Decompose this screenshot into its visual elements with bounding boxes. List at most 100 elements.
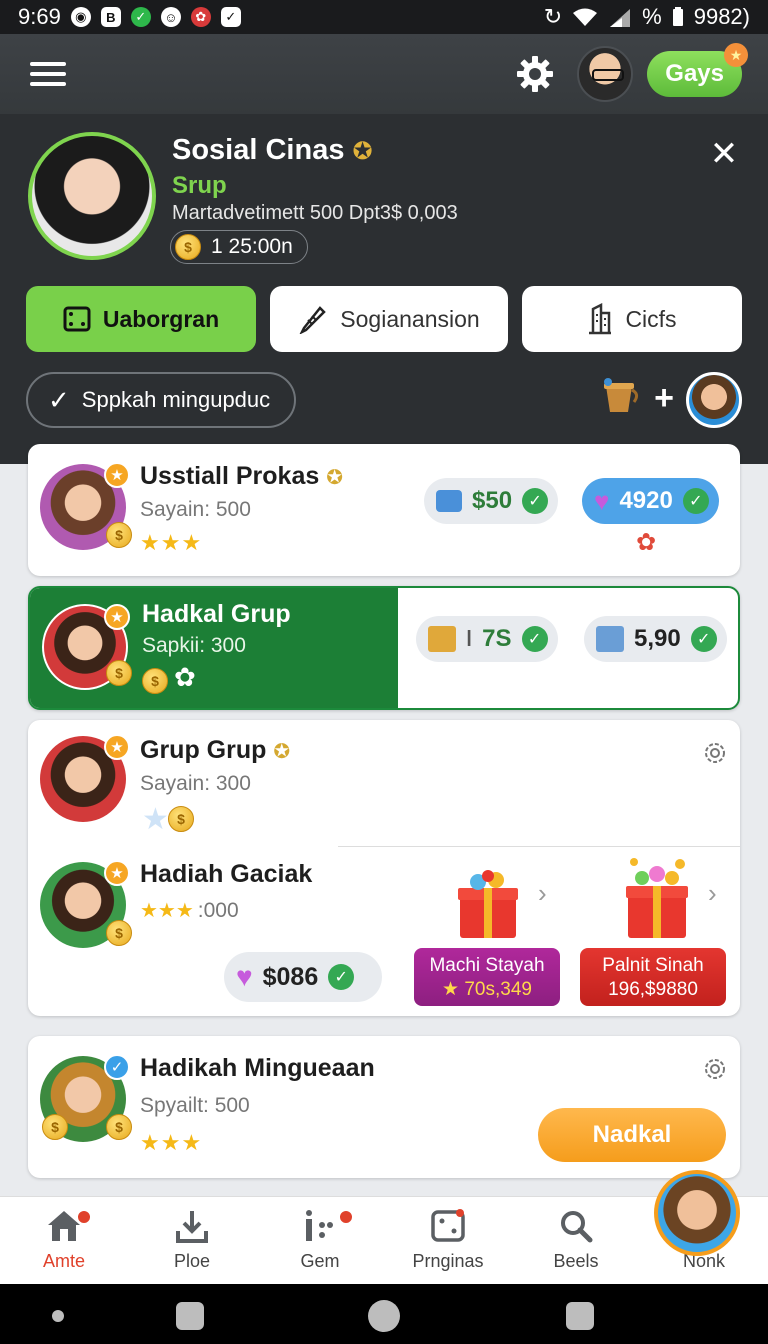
profile-group: Srup (172, 172, 227, 199)
profile-avatar (28, 132, 156, 260)
filter-toggle[interactable]: ✓ Sppkah mingupduc (26, 372, 296, 428)
star-badge-icon: ★ (104, 860, 130, 886)
record-icon: ◉ (70, 7, 91, 27)
tab-label: Uaborgran (102, 305, 220, 332)
value-pill[interactable]: $50 ✓ (424, 478, 559, 524)
assistant-dot[interactable] (52, 1310, 64, 1322)
profile-stats: Martadvetimett 500 Dpt3$ 0,003 (172, 202, 458, 224)
chevron-right-icon[interactable]: › (708, 878, 717, 909)
plus-icon[interactable]: + (650, 379, 678, 417)
gays-button[interactable]: Gays ★ (647, 43, 748, 97)
star-badge-icon: ★ (724, 43, 748, 67)
check-icon: ✓ (682, 488, 709, 514)
value-pill[interactable]: ǀ 7S ✓ (416, 616, 558, 662)
close-icon: ✕ (709, 135, 739, 173)
bucket-icon[interactable] (598, 376, 640, 416)
reward-card-2[interactable]: ★ $ Hadkal Grup Sapkii: 300 $ ✿ ǀ 7S ✓ 5… (28, 586, 740, 710)
character-avatar: ✓ $ $ (40, 1054, 132, 1142)
system-nav-bar (0, 1284, 768, 1344)
reward-card-1[interactable]: ★ $ Usstiall Prokas ✪ Sayain: 500 ★★★ $5… (28, 444, 740, 576)
box-icon (428, 626, 456, 652)
heart-icon: ♥ (236, 961, 253, 992)
coin-icon: $ (42, 1114, 68, 1140)
nav-item-ploe[interactable]: Ploe (128, 1197, 256, 1284)
reward-card-3: ★ Grup Grup ✪ Sayain: 300 ★ $ ★ $ Hadiah… (28, 720, 740, 1016)
card-subtitle: Sayain: 300 (140, 772, 251, 795)
tool-icon: ǀ (466, 626, 473, 651)
battery-icon (672, 7, 683, 26)
pill-value: $50 (472, 487, 513, 514)
smiley-icon: ☺ (160, 7, 181, 27)
star-badge-icon: ★ (104, 734, 130, 760)
coin-icon: $ (175, 234, 201, 260)
back-button[interactable] (566, 1302, 594, 1330)
ticket-icon (436, 490, 462, 512)
check-icon: ✓ (690, 626, 717, 652)
star-icon: ★ (142, 803, 169, 836)
value-pill[interactable]: ♥ $086 ✓ (224, 952, 382, 1002)
nav-item-amte[interactable]: Amte (0, 1197, 128, 1284)
flower-icon: ✿ (636, 529, 657, 556)
tab-uaborgran[interactable]: Uaborgran (26, 286, 256, 352)
claim-button-palnit[interactable]: Palnit Sinah 196,$9880 (580, 948, 726, 1006)
menu-icon[interactable] (26, 54, 70, 94)
pill-value: 4920 (619, 487, 673, 514)
pen-icon (299, 306, 327, 334)
coin-balance-value: 1 25:00n (211, 235, 293, 258)
home-button[interactable] (368, 1300, 400, 1332)
verified-icon: ✓ (104, 1054, 130, 1080)
rating-row: ★★★ :000 (140, 898, 239, 923)
card-subtitle: :000 (197, 898, 239, 922)
chevron-right-icon[interactable]: › (538, 878, 547, 909)
cube-icon (596, 626, 624, 652)
nav-item-beels[interactable]: Beels (512, 1197, 640, 1284)
check-icon: ✓ (130, 7, 151, 27)
reward-card-4[interactable]: ✓ $ $ Hadikah Mingueaan Spyailt: 500 ★★★… (28, 1036, 740, 1178)
tab-cicfs[interactable]: Cicfs (522, 286, 742, 352)
button-line-1: Palnit Sinah (602, 955, 704, 976)
building-icon (589, 303, 612, 335)
reward-section-gaciak[interactable]: ★ $ Hadiah Gaciak ★★★ :000 ♥ $086 ✓ › › … (28, 848, 740, 1016)
card-title: Hadiah Gaciak (140, 860, 313, 888)
search-icon (561, 1211, 593, 1243)
status-bar: 9:69 ◉ B ✓ ☺ ✿ ✓ ↻ % 9982) (0, 0, 768, 34)
star-badge-icon: ★ (104, 462, 130, 488)
nav-item-prnginas[interactable]: Prnginas (384, 1197, 512, 1284)
check-icon: ✓ (521, 626, 548, 652)
nav-label: Amte (42, 1251, 85, 1271)
gear-icon[interactable] (702, 1056, 728, 1082)
nonk-avatar[interactable] (654, 1170, 740, 1256)
value-pill[interactable]: ♥ 4920 ✓ (582, 478, 719, 524)
character-avatar: ★ $ (40, 462, 132, 550)
notification-dot (76, 1209, 92, 1225)
checkbox-icon: ✓ (220, 7, 241, 27)
award-icon: ✪ (273, 741, 291, 763)
nav-label: Beels (553, 1251, 599, 1271)
coin-icon: $ (106, 660, 132, 686)
user-avatar[interactable] (577, 46, 634, 102)
gear-icon[interactable] (702, 740, 728, 766)
gift-icon (626, 858, 688, 938)
sync-icon: ↻ (543, 4, 563, 29)
nav-item-gem[interactable]: Gem (256, 1197, 384, 1284)
value-pill[interactable]: 5,90 ✓ (584, 616, 727, 662)
card-title: Grup Grup ✪ (140, 736, 291, 764)
claim-button-machi[interactable]: Machi Stayah ★ 70s,349 (414, 948, 560, 1006)
download-icon (176, 1211, 208, 1243)
check-icon: ✓ (522, 488, 549, 514)
settings-button[interactable] (511, 50, 559, 98)
pill-value: 5,90 (634, 625, 681, 652)
star-badge-icon: ★ (104, 604, 130, 630)
app-b-icon: B (100, 7, 121, 27)
coin-balance: $ 1 25:00n (170, 230, 308, 264)
bottom-nav: Amte Ploe Gem Prnginas Beels Nonk (0, 1196, 768, 1284)
reward-section-grup[interactable]: ★ Grup Grup ✪ Sayain: 300 ★ $ (28, 720, 740, 844)
percent-sign: % (642, 4, 662, 29)
tab-sogianansion[interactable]: Sogianansion (270, 286, 508, 352)
recents-button[interactable] (176, 1302, 204, 1330)
close-button[interactable]: ✕ (708, 135, 740, 173)
check-icon: ✓ (328, 964, 355, 990)
friend-avatar[interactable] (686, 372, 742, 428)
star-rating: ★★★ (140, 1130, 203, 1155)
nadkal-button[interactable]: Nadkal (538, 1108, 726, 1162)
